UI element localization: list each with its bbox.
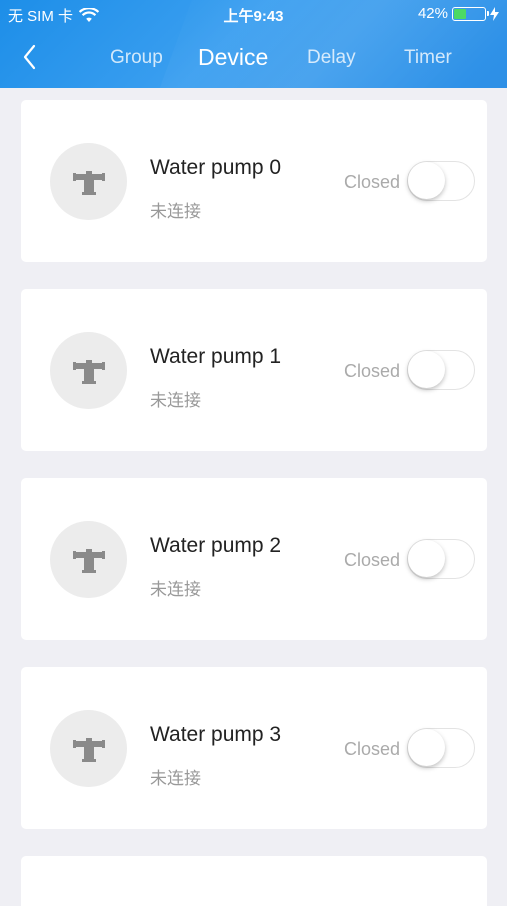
device-name: Water pump 2: [150, 534, 282, 557]
water-pump-icon: [72, 548, 105, 573]
device-card[interactable]: Water pump 3 未连接 Closed: [21, 667, 487, 829]
water-pump-icon: [72, 170, 105, 195]
power-toggle[interactable]: [407, 350, 475, 390]
app-header: 无 SIM 卡 上午9:43 42% Group Device Delay Ti…: [0, 0, 507, 88]
tab-device[interactable]: Device: [198, 44, 268, 71]
water-pump-icon: [72, 359, 105, 384]
device-avatar: [50, 332, 127, 409]
connection-status: 未连接: [150, 391, 201, 410]
switch-state-label: Closed: [343, 739, 400, 759]
device-avatar: [50, 521, 127, 598]
device-card[interactable]: Water pump 2 未连接 Closed: [21, 478, 487, 640]
charging-bolt-icon: [490, 6, 499, 21]
switch-state-label: Closed: [343, 172, 400, 192]
power-toggle[interactable]: [407, 539, 475, 579]
device-name: Water pump 3: [150, 723, 282, 746]
top-nav: Group Device Delay Timer: [0, 38, 507, 78]
status-bar: 无 SIM 卡 上午9:43 42%: [0, 0, 507, 30]
tab-group[interactable]: Group: [110, 47, 163, 69]
toggle-knob: [408, 729, 445, 766]
battery-fill: [454, 8, 467, 19]
toggle-knob: [408, 162, 445, 199]
water-pump-icon: [72, 737, 105, 762]
back-chevron-icon[interactable]: [18, 42, 48, 72]
device-name: Water pump 1: [150, 345, 282, 368]
device-name: Water pump 0: [150, 156, 282, 179]
toggle-knob: [408, 540, 445, 577]
switch-state-label: Closed: [343, 550, 400, 570]
power-toggle[interactable]: [407, 161, 475, 201]
switch-state-label: Closed: [343, 361, 400, 381]
power-toggle[interactable]: [407, 728, 475, 768]
connection-status: 未连接: [150, 580, 201, 599]
tab-delay[interactable]: Delay: [307, 47, 356, 69]
device-card-partial[interactable]: [21, 856, 487, 906]
device-card[interactable]: Water pump 0 未连接 Closed: [21, 100, 487, 262]
device-avatar: [50, 710, 127, 787]
connection-status: 未连接: [150, 202, 201, 221]
device-avatar: [50, 143, 127, 220]
connection-status: 未连接: [150, 769, 201, 788]
toggle-knob: [408, 351, 445, 388]
device-card[interactable]: Water pump 1 未连接 Closed: [21, 289, 487, 451]
battery-percent: 42%: [417, 5, 448, 22]
tab-timer[interactable]: Timer: [404, 47, 452, 69]
battery-icon: [452, 6, 489, 21]
